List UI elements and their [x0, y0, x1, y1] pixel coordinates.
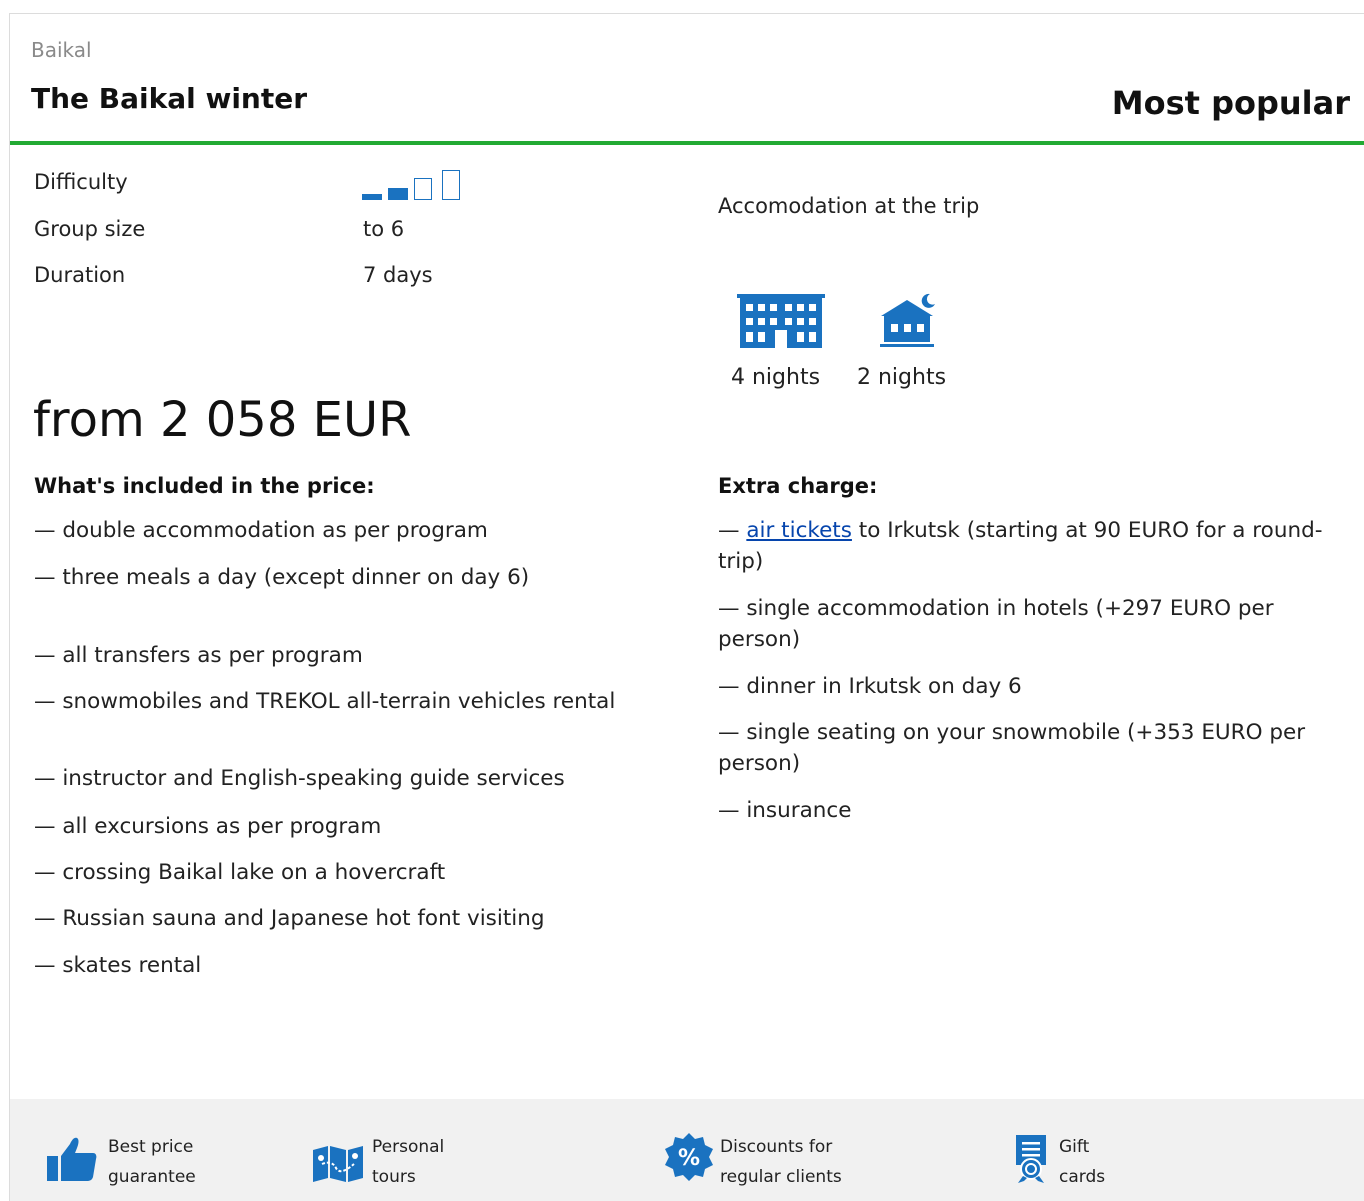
duration-value: 7 days [363, 263, 433, 287]
extra-heading: Extra charge: [718, 474, 878, 498]
group-size-value: to 6 [363, 217, 405, 241]
included-item: — three meals a day (except dinner on da… [34, 565, 530, 590]
extra-item-air-tickets: — air tickets to Irkutsk (starting at 90… [718, 515, 1348, 577]
included-item: — double accommodation as per program [34, 518, 488, 543]
hotel-nights: 4 nights [731, 365, 821, 390]
most-popular-badge: Most popular [1111, 84, 1350, 122]
feature-best-price[interactable]: Best price guarantee [108, 1132, 196, 1192]
guesthouse-nights: 2 nights [857, 365, 947, 390]
included-item: — all transfers as per program [34, 643, 363, 668]
tour-region: Baikal [31, 38, 92, 62]
group-size-label: Group size [34, 217, 146, 241]
air-tickets-link[interactable]: air tickets [746, 518, 852, 543]
difficulty-bar [414, 178, 432, 200]
included-item: — snowmobiles and TREKOL all-terrain veh… [34, 689, 616, 714]
map-icon [313, 1146, 363, 1182]
feature-line: Gift [1059, 1137, 1090, 1157]
feature-line: cards [1059, 1167, 1106, 1187]
difficulty-label: Difficulty [34, 170, 128, 194]
feature-personal-tours[interactable]: Personal tours [372, 1132, 444, 1192]
extra-item: — insurance [718, 798, 852, 823]
feature-discounts[interactable]: Discounts for regular clients [720, 1132, 842, 1192]
thumbs-up-icon [47, 1137, 97, 1181]
feature-line: tours [372, 1167, 416, 1187]
guesthouse-icon [880, 293, 935, 347]
tour-price: from 2 058 EUR [33, 392, 412, 448]
discount-badge-icon: % [665, 1133, 713, 1181]
included-heading: What's included in the price: [34, 474, 375, 498]
extra-item: — single accommodation in hotels (+297 E… [718, 596, 1274, 652]
tour-title[interactable]: The Baikal winter [31, 82, 307, 115]
feature-line: Discounts for [720, 1137, 833, 1157]
included-item: — skates rental [34, 953, 202, 978]
included-item: — crossing Baikal lake on a hovercraft [34, 860, 446, 885]
difficulty-bar [362, 194, 382, 200]
difficulty-bar [388, 188, 408, 200]
header-divider [10, 141, 1364, 145]
hotel-icon [737, 294, 825, 348]
accommodation-title: Accomodation at the trip [718, 194, 980, 218]
gift-certificate-icon [1016, 1135, 1046, 1183]
duration-label: Duration [34, 263, 126, 287]
feature-line: Best price [108, 1137, 194, 1157]
included-item: — instructor and English-speaking guide … [34, 766, 565, 791]
difficulty-indicator [362, 168, 472, 200]
feature-line: Personal [372, 1137, 445, 1157]
feature-line: guarantee [108, 1167, 196, 1187]
extra-item-prefix: — [718, 518, 747, 543]
included-item: — Russian sauna and Japanese hot font vi… [34, 906, 545, 931]
difficulty-bar [442, 170, 460, 200]
feature-line: regular clients [720, 1167, 842, 1187]
svg-text:%: % [678, 1146, 700, 1171]
extra-item: — dinner in Irkutsk on day 6 [718, 674, 1022, 699]
extra-item: — single seating on your snowmobile (+35… [718, 720, 1306, 776]
included-item: — all excursions as per program [34, 814, 382, 839]
feature-gift-cards[interactable]: Gift cards [1059, 1132, 1105, 1192]
